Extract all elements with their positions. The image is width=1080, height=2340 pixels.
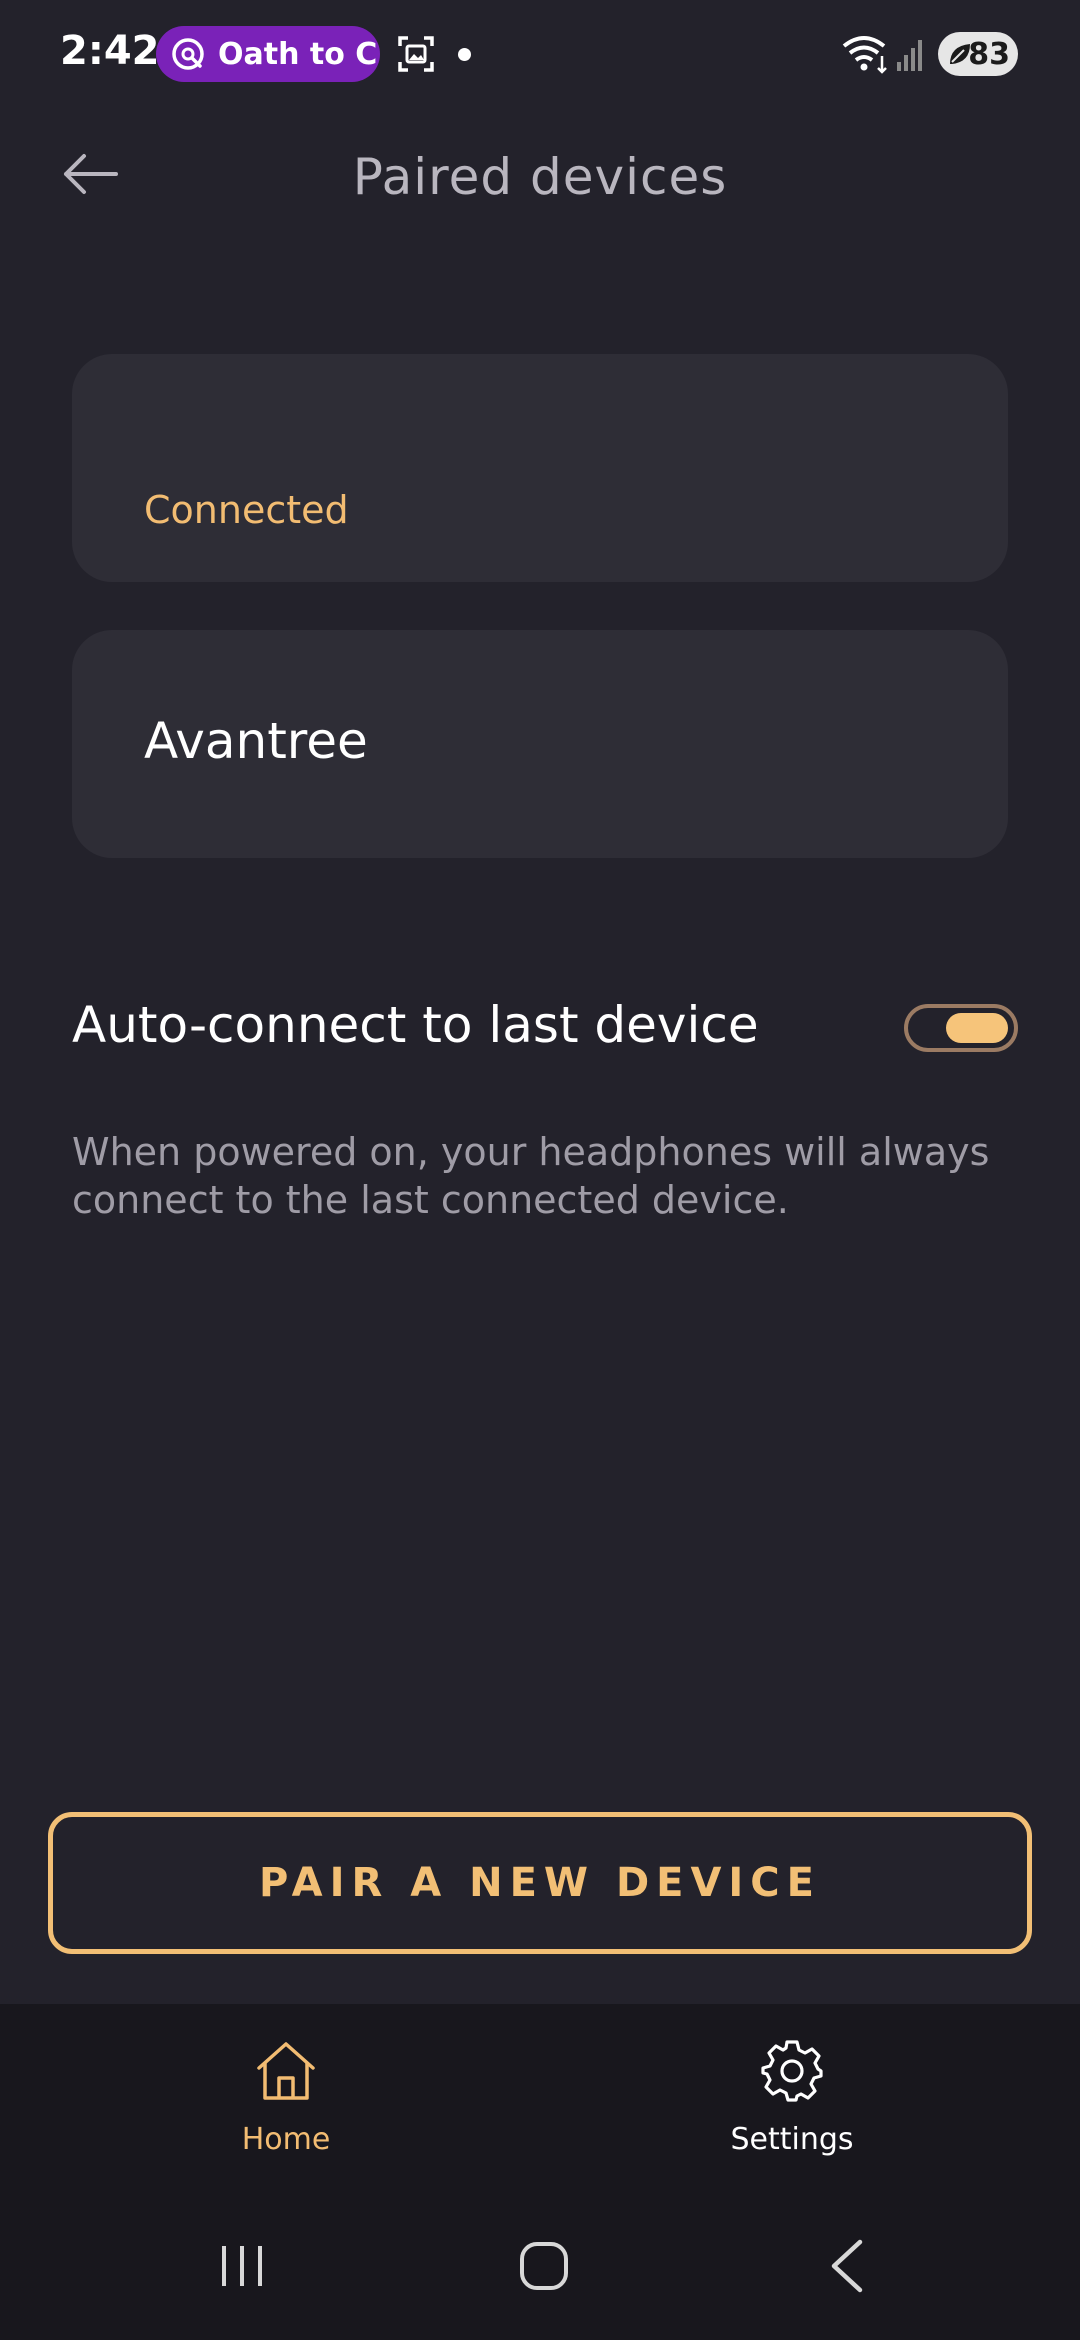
status-bar: 2:42 Oath to C 83 (0, 0, 1080, 110)
home-icon (257, 2042, 315, 2100)
page-title: Paired devices (352, 148, 728, 206)
device-name: Avantree (144, 712, 368, 770)
device-status: Connected (144, 488, 349, 532)
pair-button-label: PAIR A NEW DEVICE (259, 1860, 821, 1906)
system-back-icon[interactable] (824, 2238, 868, 2294)
auto-connect-toggle[interactable] (904, 1004, 1018, 1052)
nav-label-settings: Settings (730, 2122, 854, 2157)
battery-level: 83 (968, 36, 1010, 72)
nav-item-home[interactable]: Home (166, 2038, 406, 2157)
device-card-avantree[interactable]: Avantree (72, 630, 1008, 858)
wifi-icon (842, 36, 887, 74)
screen: 2:42 Oath to C 83 Paired devices Connect… (0, 0, 1080, 2340)
pair-new-device-button[interactable]: PAIR A NEW DEVICE (48, 1812, 1032, 1954)
auto-connect-label: Auto-connect to last device (72, 996, 759, 1054)
media-pill[interactable]: Oath to C (156, 26, 380, 82)
nav-label-home: Home (241, 2122, 331, 2157)
toggle-knob (946, 1013, 1008, 1043)
signal-icon (897, 40, 922, 71)
status-time: 2:42 (60, 28, 160, 74)
gear-icon (761, 2040, 823, 2102)
screenshot-icon (398, 36, 434, 72)
battery-indicator: 83 (938, 32, 1018, 76)
auto-connect-description: When powered on, your headphones will al… (72, 1130, 990, 1222)
recent-apps-icon[interactable] (216, 2240, 268, 2292)
battery-saver-leaf-icon (950, 44, 970, 64)
device-card-connected[interactable]: Connected (72, 354, 1008, 582)
system-home-icon[interactable] (518, 2240, 570, 2292)
music-search-icon (172, 38, 204, 70)
media-pill-text: Oath to C (218, 36, 378, 72)
nav-item-settings[interactable]: Settings (672, 2038, 912, 2157)
notification-dot (458, 48, 471, 61)
